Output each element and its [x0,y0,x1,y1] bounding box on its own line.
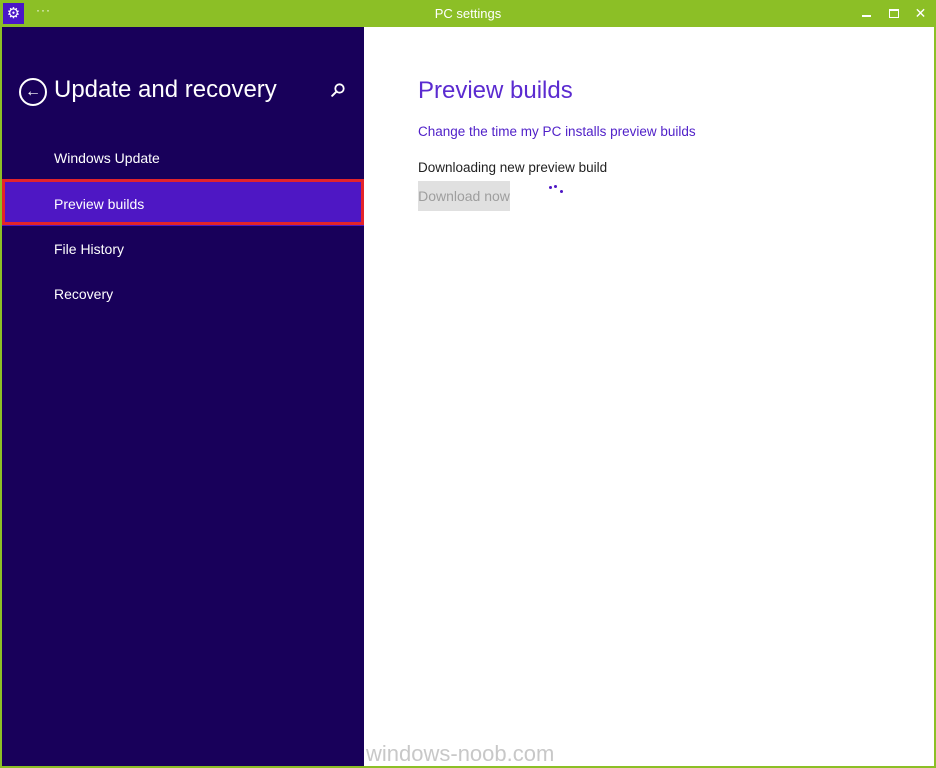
sidebar-item-label: File History [54,240,125,257]
sidebar-item-label: Windows Update [54,149,160,166]
back-button[interactable]: ← [19,78,47,106]
close-button[interactable]: ✕ [907,0,934,27]
sidebar-item-preview-builds[interactable]: Preview builds [2,181,364,226]
page-title: Preview builds [418,77,573,104]
sidebar-item-label: Preview builds [54,195,145,212]
watermark: windows-noob.com [366,741,555,766]
close-icon: ✕ [914,5,927,21]
sidebar-item-recovery[interactable]: Recovery [2,271,364,316]
sidebar-item-windows-update[interactable]: Windows Update [2,135,364,180]
sidebar-title: Update and recovery [54,76,277,103]
back-arrow-icon: ← [25,82,41,100]
minimize-icon [862,14,871,17]
sidebar-item-label: Recovery [54,285,114,302]
window-title: PC settings [434,6,502,21]
change-install-time-link[interactable]: Change the time my PC installs preview b… [418,124,696,139]
download-now-button[interactable]: Download now [418,181,510,211]
progress-spinner-icon [548,185,564,197]
sidebar-item-file-history[interactable]: File History [2,226,364,271]
sidebar: ← Update and recovery Windows Update Pre… [2,27,364,766]
maximize-icon [888,9,899,18]
title-bar: ⚙ ··· PC settings ✕ [0,0,936,27]
download-status-text: Downloading new preview build [418,160,608,175]
search-icon[interactable] [330,82,346,98]
minimize-button[interactable] [853,0,880,27]
main-content: Preview builds Change the time my PC ins… [364,27,934,766]
maximize-button[interactable] [880,0,907,27]
